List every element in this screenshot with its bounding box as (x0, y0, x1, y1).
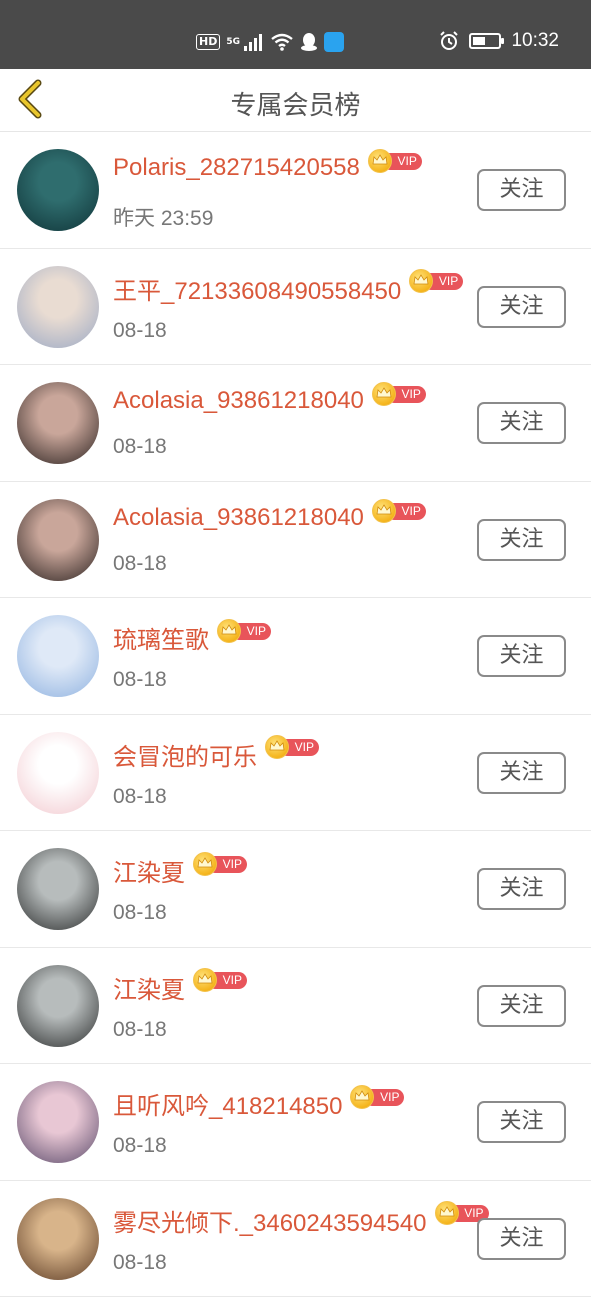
name-line: Acolasia_93861218040 VIP (113, 387, 426, 415)
name-line: 王平_72133608490558450 VIP (113, 271, 463, 306)
username: 会冒泡的可乐 (113, 737, 257, 772)
crown-icon (197, 857, 213, 869)
crown-icon (376, 387, 392, 399)
list-item[interactable]: 且听风吟_418214850 VIP 08-18 关注 (0, 1064, 591, 1181)
username: Acolasia_93861218040 (113, 504, 364, 532)
name-line: Polaris_282715420558 VIP (113, 154, 422, 182)
last-active-time: 08-18 (113, 1018, 167, 1042)
avatar[interactable] (17, 965, 99, 1047)
last-active-time: 08-18 (113, 552, 167, 576)
status-icons-right: 10:32 (439, 30, 559, 52)
status-icons-left: HD 5G (196, 32, 344, 52)
page-title: 专属会员榜 (0, 85, 591, 122)
crown-icon (269, 740, 285, 752)
avatar[interactable] (17, 149, 99, 231)
status-bar: HD 5G 10:32 (0, 0, 591, 69)
app-icon (324, 32, 344, 52)
username: 且听风吟_418214850 (113, 1086, 342, 1121)
crown-icon (439, 1206, 455, 1218)
last-active-time: 昨天 23:59 (113, 202, 213, 232)
wifi-icon (270, 33, 294, 51)
name-line: Acolasia_93861218040 VIP (113, 504, 426, 532)
battery-icon (469, 33, 501, 49)
list-item[interactable]: 王平_72133608490558450 VIP 08-18 关注 (0, 249, 591, 366)
crown-icon (376, 504, 392, 516)
username: Polaris_282715420558 (113, 154, 360, 182)
status-time: 10:32 (511, 30, 559, 52)
list-item[interactable]: 会冒泡的可乐 VIP 08-18 关注 (0, 715, 591, 832)
list-item[interactable]: Polaris_282715420558 VIP 昨天 23:59 关注 (0, 132, 591, 249)
last-active-time: 08-18 (113, 668, 167, 692)
name-line: 且听风吟_418214850 VIP (113, 1086, 404, 1121)
username: Acolasia_93861218040 (113, 387, 364, 415)
follow-button[interactable]: 关注 (477, 169, 566, 211)
name-line: 琉璃笙歌 VIP (113, 620, 271, 655)
avatar[interactable] (17, 382, 99, 464)
header: 专属会员榜 (0, 69, 591, 132)
vip-badge: VIP (409, 269, 463, 293)
follow-button[interactable]: 关注 (477, 635, 566, 677)
avatar[interactable] (17, 732, 99, 814)
username: 琉璃笙歌 (113, 620, 209, 655)
name-line: 会冒泡的可乐 VIP (113, 737, 319, 772)
vip-badge: VIP (193, 852, 247, 876)
name-line: 江染夏 VIP (113, 853, 247, 888)
alarm-icon (439, 31, 459, 51)
vip-badge: VIP (265, 735, 319, 759)
name-line: 江染夏 VIP (113, 970, 247, 1005)
follow-button[interactable]: 关注 (477, 985, 566, 1027)
crown-icon (221, 624, 237, 636)
vip-badge: VIP (193, 968, 247, 992)
list-item[interactable]: 江染夏 VIP 08-18 关注 (0, 831, 591, 948)
network-type-label: 5G (226, 38, 238, 47)
list-item[interactable]: Acolasia_93861218040 VIP 08-18 关注 (0, 365, 591, 482)
follow-button[interactable]: 关注 (477, 1218, 566, 1260)
vip-badge: VIP (372, 499, 426, 523)
crown-icon (372, 154, 388, 166)
list-item[interactable]: 江染夏 VIP 08-18 关注 (0, 948, 591, 1065)
follow-button[interactable]: 关注 (477, 752, 566, 794)
avatar[interactable] (17, 1198, 99, 1280)
avatar[interactable] (17, 848, 99, 930)
username: 江染夏 (113, 970, 185, 1005)
follow-button[interactable]: 关注 (477, 1101, 566, 1143)
vip-badge: VIP (350, 1085, 404, 1109)
hd-icon: HD (196, 34, 220, 50)
vip-badge: VIP (217, 619, 271, 643)
list-item[interactable]: Acolasia_93861218040 VIP 08-18 关注 (0, 482, 591, 599)
last-active-time: 08-18 (113, 901, 167, 925)
crown-icon (354, 1090, 370, 1102)
list-item[interactable]: 琉璃笙歌 VIP 08-18 关注 (0, 598, 591, 715)
last-active-time: 08-18 (113, 435, 167, 459)
follow-button[interactable]: 关注 (477, 868, 566, 910)
last-active-time: 08-18 (113, 1134, 167, 1158)
username: 江染夏 (113, 853, 185, 888)
vip-badge: VIP (372, 382, 426, 406)
username: 王平_72133608490558450 (113, 271, 401, 306)
last-active-time: 08-18 (113, 1251, 167, 1275)
avatar[interactable] (17, 266, 99, 348)
crown-icon (197, 973, 213, 985)
username: 雾尽光倾下._3460243594540 (113, 1203, 427, 1238)
follow-button[interactable]: 关注 (477, 519, 566, 561)
signal-icon (244, 33, 264, 51)
last-active-time: 08-18 (113, 785, 167, 809)
follow-button[interactable]: 关注 (477, 286, 566, 328)
qq-icon (300, 32, 318, 52)
follow-button[interactable]: 关注 (477, 402, 566, 444)
last-active-time: 08-18 (113, 319, 167, 343)
member-list: Polaris_282715420558 VIP 昨天 23:59 关注 王平_… (0, 132, 591, 1297)
crown-icon (413, 274, 429, 286)
avatar[interactable] (17, 1081, 99, 1163)
vip-badge: VIP (368, 149, 422, 173)
name-line: 雾尽光倾下._3460243594540 VIP (113, 1203, 489, 1238)
avatar[interactable] (17, 499, 99, 581)
avatar[interactable] (17, 615, 99, 697)
